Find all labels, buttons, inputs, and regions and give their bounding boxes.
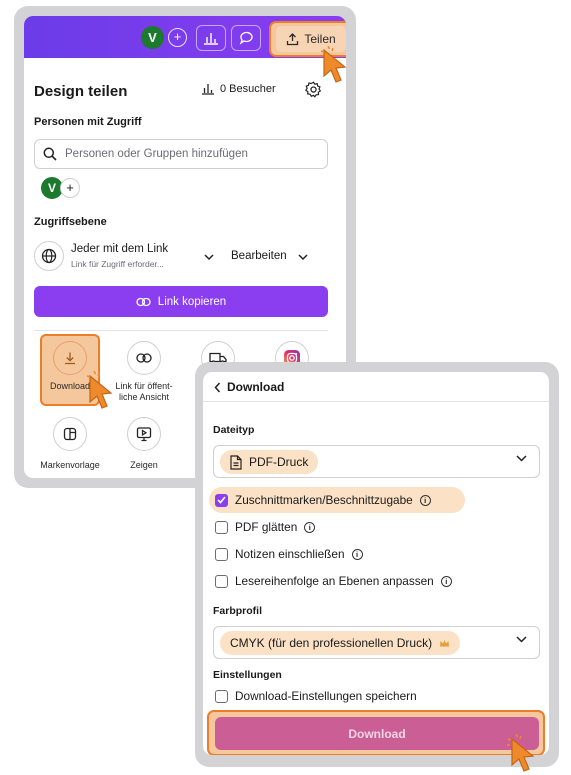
color-profile-label: Farbprofil xyxy=(213,605,262,617)
crop-marks-option[interactable]: Zuschnittmarken/Beschnittzugabe i xyxy=(215,490,431,510)
chevron-down-icon[interactable] xyxy=(204,254,214,261)
chevron-down-icon xyxy=(516,455,527,462)
brand-template-icon xyxy=(63,427,77,441)
download-icon xyxy=(65,352,75,365)
visitors-counter[interactable]: 0 Besucher xyxy=(201,83,276,95)
chevron-down-icon xyxy=(516,636,527,643)
info-icon[interactable]: i xyxy=(351,548,363,560)
globe-icon xyxy=(41,248,57,264)
brand-template-action-button[interactable] xyxy=(53,417,87,451)
info-icon[interactable]: i xyxy=(419,494,431,506)
file-type-label: Dateityp xyxy=(213,424,255,436)
checkmark-icon xyxy=(217,496,226,504)
link-icon xyxy=(136,353,152,363)
download-panel: Download Dateityp PDF-Druck Zuschnittmar… xyxy=(203,372,549,755)
analytics-button[interactable] xyxy=(196,25,226,51)
copy-link-button[interactable]: Link kopieren xyxy=(34,286,328,317)
pointer-cursor-icon xyxy=(320,46,347,83)
color-profile-select[interactable]: CMYK (für den professionellen Druck) xyxy=(213,626,540,659)
link-icon xyxy=(136,297,151,306)
chevron-left-icon xyxy=(214,382,221,392)
download-action-button[interactable] xyxy=(53,341,87,375)
include-notes-checkbox[interactable] xyxy=(215,547,228,561)
link-access-dropdown[interactable]: Jeder mit dem Link xyxy=(71,243,168,255)
upload-icon xyxy=(287,32,299,45)
download-panel-header: Download xyxy=(203,372,549,402)
pointer-cursor-icon xyxy=(507,733,535,772)
editor-top-bar: V + Teilen xyxy=(24,16,346,58)
save-settings-checkbox[interactable] xyxy=(215,689,228,703)
comments-button[interactable] xyxy=(231,25,261,51)
public-link-action-label: Link für öffent- liche Ansicht xyxy=(115,381,173,402)
divider xyxy=(34,330,328,331)
download-button[interactable]: Download xyxy=(215,717,539,750)
info-icon[interactable]: i xyxy=(304,521,316,533)
file-type-value: PDF-Druck xyxy=(220,450,319,474)
share-panel-title: Design teilen xyxy=(34,83,128,100)
info-icon[interactable]: i xyxy=(440,575,452,587)
add-collaborator-button[interactable]: + xyxy=(168,28,187,47)
reading-order-checkbox[interactable] xyxy=(215,574,228,588)
reading-order-option[interactable]: Lesereihenfolge an Ebenen anpassen i xyxy=(215,571,452,591)
public-link-action-button[interactable] xyxy=(127,341,161,375)
color-profile-value: CMYK (für den professionellen Druck) xyxy=(220,631,461,655)
user-avatar[interactable]: V xyxy=(141,26,164,49)
crown-icon xyxy=(440,639,450,646)
download-panel-frame: Download Dateityp PDF-Druck Zuschnittmar… xyxy=(195,362,559,767)
flatten-pdf-option[interactable]: PDF glätten i xyxy=(215,517,316,537)
file-type-select[interactable]: PDF-Druck xyxy=(213,445,540,478)
brand-template-action-label: Markenvorlage xyxy=(40,460,100,470)
settings-label: Einstellungen xyxy=(213,669,282,681)
search-icon xyxy=(43,147,57,161)
present-icon xyxy=(136,427,152,442)
bar-chart-icon xyxy=(202,84,214,95)
download-panel-title: Download xyxy=(227,380,285,394)
pointer-cursor-icon xyxy=(86,370,113,409)
access-level-label: Zugriffsebene xyxy=(34,216,107,228)
present-action-button[interactable] xyxy=(127,417,161,451)
link-access-icon-wrap[interactable] xyxy=(34,241,64,271)
comment-icon xyxy=(239,31,253,45)
permission-dropdown[interactable]: Bearbeiten xyxy=(231,250,287,262)
save-settings-option[interactable]: Download-Einstellungen speichern xyxy=(215,686,417,706)
chevron-down-icon[interactable] xyxy=(298,254,308,261)
document-icon xyxy=(230,454,242,470)
add-person-button[interactable]: + xyxy=(60,178,80,198)
link-access-subtext: Link für Zugriff erforder... xyxy=(71,259,164,269)
back-button[interactable]: Download xyxy=(214,380,284,394)
present-action-label: Zeigen xyxy=(130,460,158,470)
people-search-input[interactable]: Personen oder Gruppen hinzufügen xyxy=(34,139,328,169)
crop-marks-checkbox[interactable] xyxy=(215,493,228,507)
flatten-pdf-checkbox[interactable] xyxy=(215,520,228,534)
people-access-label: Personen mit Zugriff xyxy=(34,116,142,128)
bar-chart-icon xyxy=(204,33,218,45)
include-notes-option[interactable]: Notizen einschließen i xyxy=(215,544,363,564)
